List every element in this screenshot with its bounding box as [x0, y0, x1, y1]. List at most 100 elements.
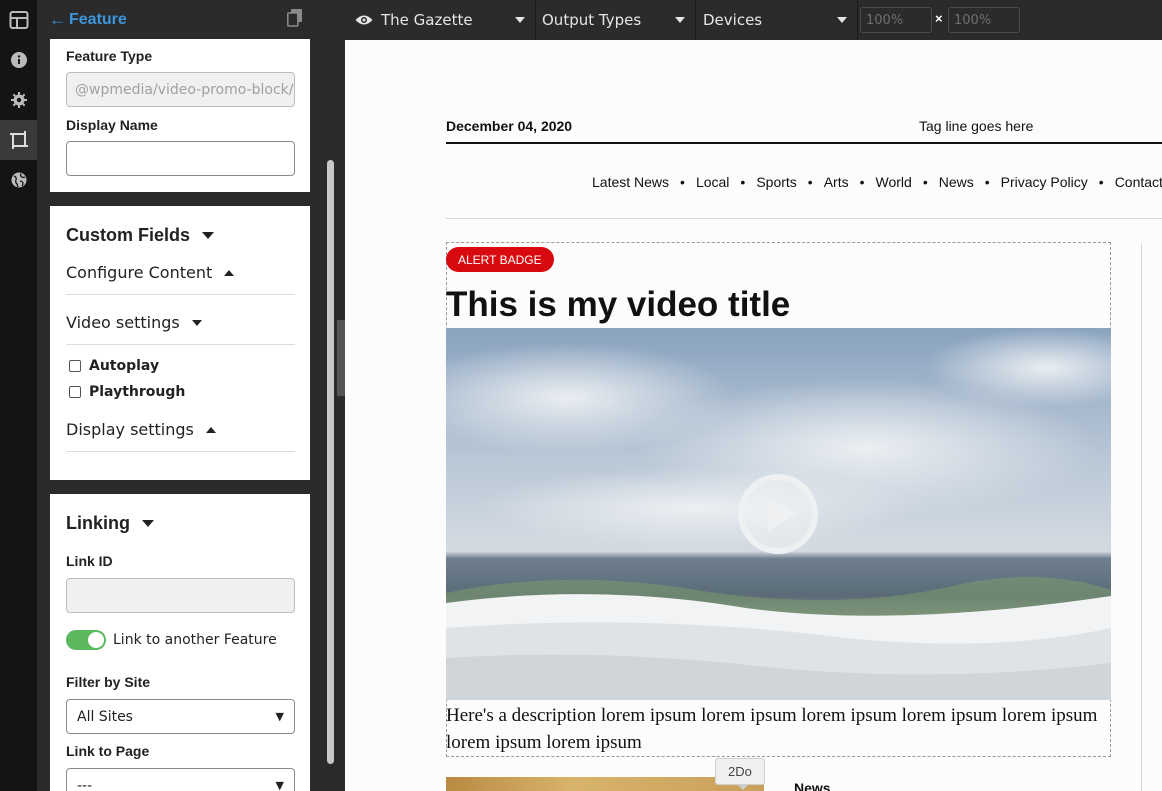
filter-by-site-value: All Sites	[77, 708, 133, 725]
page-preview: December 04, 2020 Tag line goes here Lat…	[345, 40, 1162, 791]
panel-header: ← Feature	[37, 0, 323, 39]
devices-label: Devices	[703, 11, 763, 29]
layout-icon[interactable]	[0, 0, 37, 40]
nav-separator: •	[859, 174, 865, 190]
link-feature-toggle-row[interactable]: Link to another Feature	[66, 630, 277, 650]
nav-link-sports[interactable]: Sports	[756, 174, 796, 190]
column-divider	[1141, 243, 1142, 791]
link-feature-toggle[interactable]	[66, 630, 106, 650]
nav-link-arts[interactable]: Arts	[824, 174, 849, 190]
section-label: News	[794, 780, 831, 791]
nav-link-latest-news[interactable]: Latest News	[592, 174, 669, 190]
video-headline[interactable]: This is my video title	[446, 285, 790, 325]
width-input[interactable]: 100%	[860, 7, 932, 33]
display-name-field[interactable]	[66, 141, 295, 176]
nav-link-world[interactable]: World	[876, 174, 912, 190]
caret-down-icon	[191, 319, 202, 326]
preview-toolbar: The Gazette Output Types Devices 100% × …	[345, 0, 1162, 40]
copy-icon[interactable]	[287, 9, 303, 32]
video-settings-label: Video settings	[66, 313, 180, 332]
eye-icon	[355, 14, 373, 26]
toolbar-divider	[857, 0, 858, 40]
alert-badge: ALERT BADGE	[446, 247, 554, 272]
playthrough-label: Playthrough	[89, 384, 186, 400]
caret-down-icon	[142, 520, 154, 527]
nav-separator: •	[807, 174, 813, 190]
link-to-page-select[interactable]: --- ▼	[66, 768, 295, 791]
link-id-field	[66, 578, 295, 613]
nav-link-local[interactable]: Local	[696, 174, 729, 190]
crop-frame-icon[interactable]	[0, 120, 37, 160]
masthead-rule	[446, 142, 1162, 144]
site-dropdown-label: The Gazette	[381, 11, 473, 29]
linking-toggle[interactable]: Linking	[66, 513, 154, 534]
back-to-feature-link[interactable]: ← Feature	[49, 10, 127, 30]
video-settings-toggle[interactable]: Video settings	[66, 313, 202, 332]
feature-editor-panel: ← Feature Feature Type @wpmedia/video-pr…	[37, 0, 323, 791]
icon-rail	[0, 0, 37, 791]
chevron-down-icon: ▼	[275, 779, 284, 791]
custom-fields-title: Custom Fields	[66, 225, 191, 245]
caret-down-icon	[202, 232, 215, 239]
caret-up-icon	[224, 269, 235, 276]
custom-fields-card: Custom Fields Configure Content Video se…	[50, 206, 310, 480]
splitter-handle[interactable]	[337, 320, 345, 396]
feature-type-label: Feature Type	[66, 48, 153, 64]
divider	[66, 294, 295, 295]
caret-up-icon	[205, 426, 216, 433]
linking-card: Linking Link ID Link to another Feature …	[50, 494, 310, 791]
nav-link-privacy-policy[interactable]: Privacy Policy	[1001, 174, 1088, 190]
link-to-page-label: Link to Page	[66, 743, 150, 759]
playthrough-checkbox-row[interactable]: Playthrough	[69, 384, 185, 400]
divider	[66, 451, 295, 452]
info-icon[interactable]	[0, 40, 37, 80]
custom-fields-toggle[interactable]: Custom Fields	[66, 225, 215, 246]
link-to-page-value: ---	[77, 777, 93, 791]
dimension-separator: ×	[935, 11, 943, 26]
nav-link-contact[interactable]: Contact	[1115, 174, 1162, 190]
nav-link-news[interactable]: News	[939, 174, 974, 190]
filter-by-site-select[interactable]: All Sites ▼	[66, 699, 295, 734]
output-types-label: Output Types	[542, 11, 642, 29]
panel-splitter[interactable]	[337, 0, 345, 791]
display-settings-label: Display settings	[66, 420, 194, 439]
globe-icon[interactable]	[0, 160, 37, 200]
caret-down-icon	[675, 17, 685, 23]
nav-separator: •	[680, 174, 685, 190]
masthead-date: December 04, 2020	[446, 118, 573, 134]
devices-dropdown[interactable]: Devices	[696, 0, 857, 40]
tooltip-tail	[737, 784, 749, 790]
tooltip: 2Do	[715, 758, 765, 785]
video-description: Here's a description lorem ipsum lorem i…	[446, 705, 1098, 753]
playthrough-checkbox[interactable]	[69, 386, 81, 398]
caret-down-icon	[515, 17, 525, 23]
nav-separator: •	[740, 174, 746, 190]
configure-content-toggle[interactable]: Configure Content	[66, 263, 235, 282]
caret-down-icon	[837, 17, 847, 23]
feature-info-card: Feature Type @wpmedia/video-promo-block/…	[50, 39, 310, 192]
play-button-icon[interactable]	[737, 473, 819, 560]
autoplay-label: Autoplay	[89, 358, 160, 374]
masthead-tagline: Tag line goes here	[919, 118, 1034, 134]
divider	[66, 344, 295, 345]
site-dropdown[interactable]: The Gazette	[345, 0, 535, 40]
autoplay-checkbox-row[interactable]: Autoplay	[69, 358, 159, 374]
nav-rule	[446, 218, 1162, 219]
output-types-dropdown[interactable]: Output Types	[536, 0, 695, 40]
toggle-knob	[88, 632, 104, 648]
link-id-label: Link ID	[66, 553, 113, 569]
back-link-label: Feature	[69, 10, 127, 28]
height-input[interactable]: 100%	[948, 7, 1020, 33]
arrow-left-icon: ←	[49, 9, 66, 29]
gear-icon[interactable]	[0, 80, 37, 120]
autoplay-checkbox[interactable]	[69, 360, 81, 372]
linking-title: Linking	[66, 513, 130, 533]
nav-separator: •	[922, 174, 928, 190]
display-name-label: Display Name	[66, 117, 158, 133]
link-feature-label: Link to another Feature	[113, 632, 277, 648]
panel-scrollbar[interactable]	[327, 160, 334, 764]
display-settings-toggle[interactable]: Display settings	[66, 420, 216, 439]
site-navigation: Latest News • Local • Sports • Arts • Wo…	[592, 174, 1162, 190]
feature-type-field: @wpmedia/video-promo-block/v	[66, 72, 295, 107]
filter-by-site-label: Filter by Site	[66, 674, 151, 690]
